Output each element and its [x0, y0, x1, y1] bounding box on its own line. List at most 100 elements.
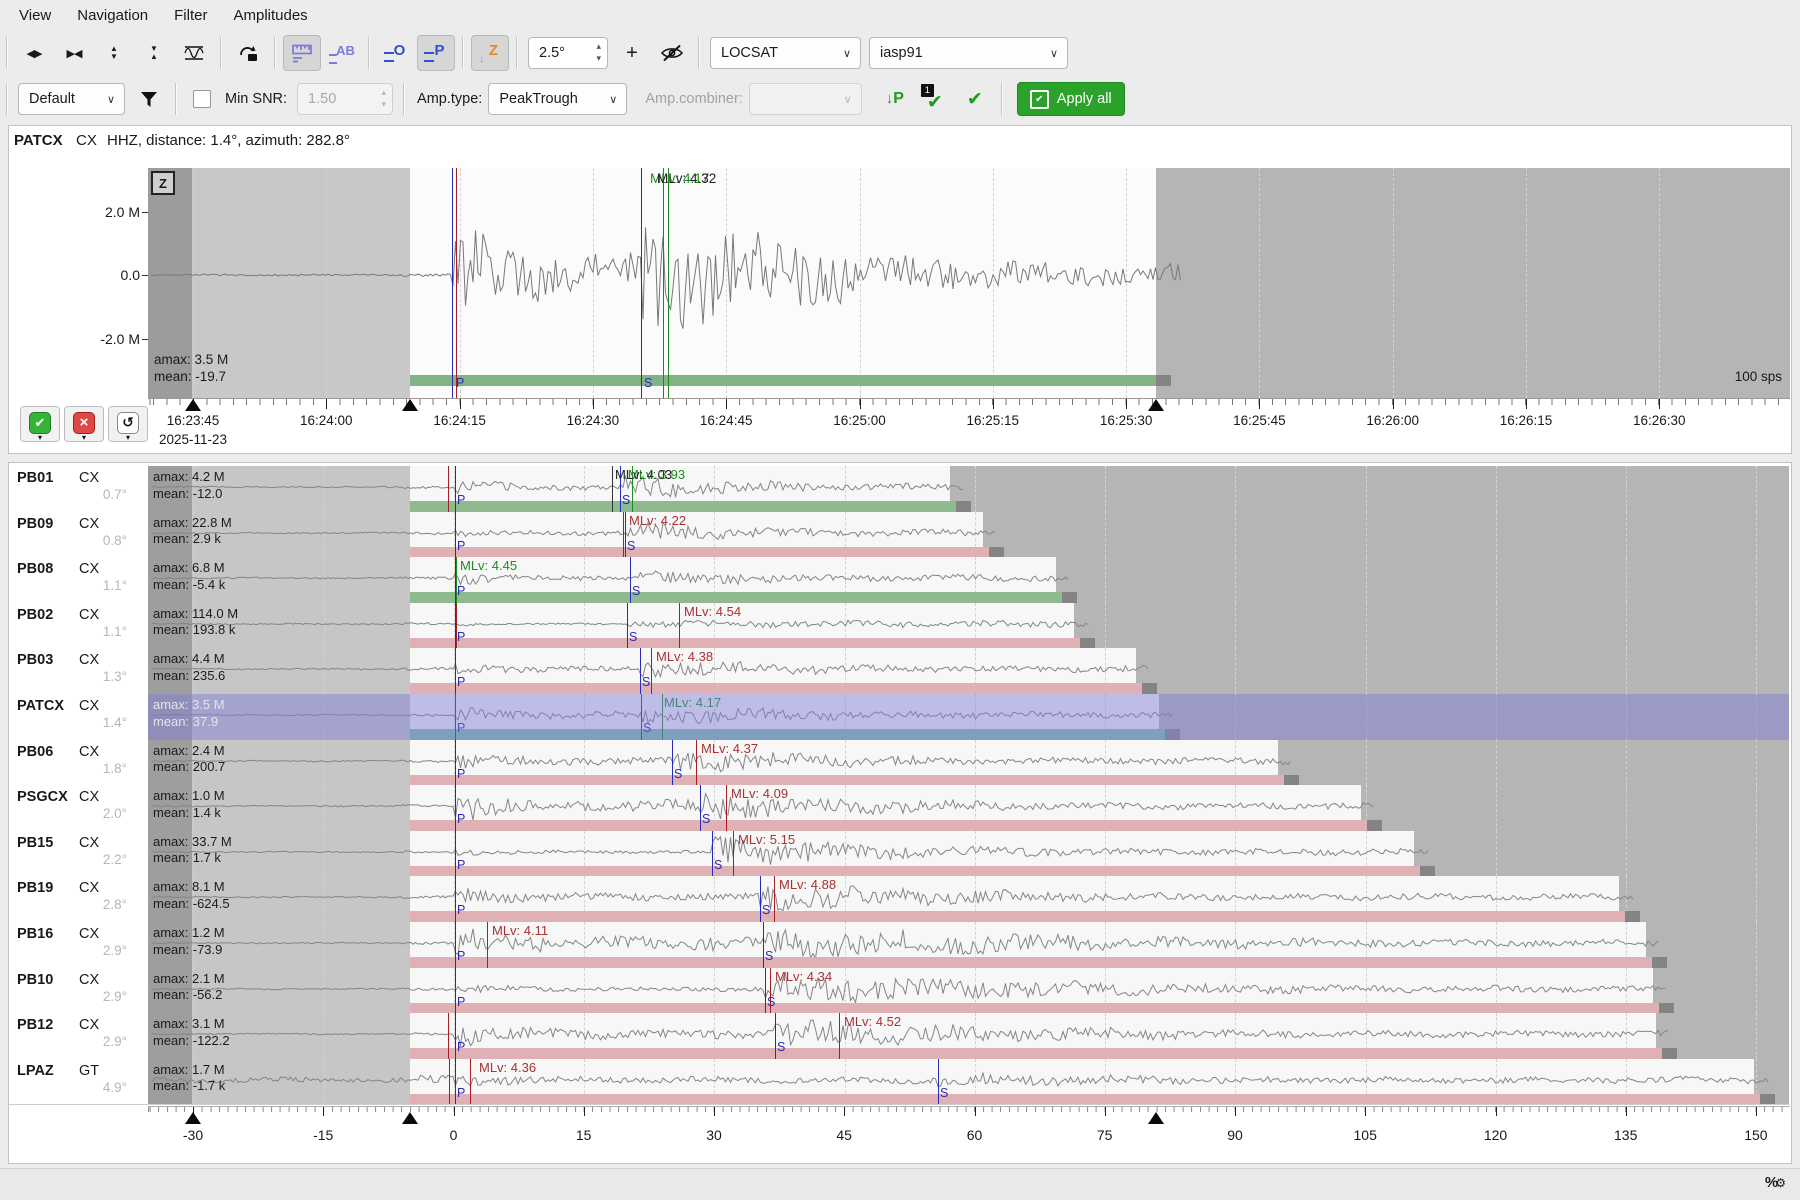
station-row-PB08[interactable]: PB08CX1.1°PSMLv: 4.45amax: 6.8 Mmean: -5… — [9, 557, 1790, 604]
p-marker[interactable] — [455, 466, 456, 512]
amplitude-marker-red[interactable] — [696, 740, 697, 786]
amp-type-select[interactable]: PeakTrough ∨ — [488, 83, 627, 115]
s-marker[interactable] — [700, 785, 701, 831]
amplitude-marker-red[interactable] — [774, 876, 775, 922]
pick-marker-black[interactable] — [612, 466, 613, 512]
s-marker[interactable] — [775, 1013, 776, 1059]
s-marker[interactable] — [630, 557, 631, 603]
amplitude-marker-red[interactable] — [448, 466, 449, 512]
amplitude-marker-red[interactable] — [623, 512, 624, 558]
s-marker[interactable] — [765, 968, 766, 1014]
distance-spinbox[interactable]: 2.5° ▴▾ — [528, 37, 608, 69]
min-snr-spinbox[interactable]: 1.50 ▴▾ — [297, 83, 393, 115]
reject-amplitude-button[interactable]: × ▾ — [64, 406, 104, 442]
amp-combiner-select[interactable]: ∨ — [749, 83, 862, 115]
amplitude-marker-red[interactable] — [449, 1059, 450, 1105]
normalize-amplitudes-button[interactable] — [175, 35, 213, 71]
station-row-PB09[interactable]: PB09CX0.8°PSMLv: 4.22amax: 22.8 Mmean: 2… — [9, 512, 1790, 559]
vertical-component-button[interactable]: Z ↓ — [471, 35, 509, 71]
trace-area[interactable]: PSMLv: 4.36amax: 1.7 Mmean: -1.7 k — [148, 1059, 1789, 1105]
pick-amplitudes-button[interactable]: ↓P — [876, 81, 914, 117]
s-marker[interactable] — [712, 831, 713, 877]
trace-area[interactable]: PSMLv: 4.37amax: 2.4 Mmean: 200.7 — [148, 740, 1789, 786]
accept-amplitude-button[interactable]: ✔ ▾ — [20, 406, 60, 442]
station-row-PB06[interactable]: PB06CX1.8°PSMLv: 4.37amax: 2.4 Mmean: 20… — [9, 740, 1790, 787]
p-marker[interactable] — [455, 831, 456, 877]
station-row-PB12[interactable]: PB12CX2.9°PSMLv: 4.52amax: 3.1 Mmean: -1… — [9, 1013, 1790, 1060]
p-marker[interactable] — [455, 1059, 456, 1105]
reset-amplitude-button[interactable]: ↺ ▾ — [108, 406, 148, 442]
show-picks-button[interactable]: P — [417, 35, 455, 71]
time-window-handle[interactable] — [1148, 399, 1164, 411]
amplitude-marker-green[interactable] — [663, 168, 664, 398]
horizontal-expand-button[interactable]: ◀▶ — [15, 35, 53, 71]
locator-select[interactable]: LOCSAT ∨ — [710, 37, 861, 69]
amplitude-marker-red[interactable] — [487, 922, 488, 968]
p-marker[interactable] — [455, 648, 456, 694]
vertical-expand-button[interactable]: ▲▼ — [95, 35, 133, 71]
station-row-PB15[interactable]: PB15CX2.2°PSMLv: 5.15amax: 33.7 Mmean: 1… — [9, 831, 1790, 878]
time-window-handle[interactable] — [185, 1112, 201, 1124]
filter-profile-select[interactable]: Default ∨ — [18, 83, 125, 115]
vertical-compress-button[interactable]: ▼▲ — [135, 35, 173, 71]
station-row-LPAZ[interactable]: LPAZGT4.9°PSMLv: 4.36amax: 1.7 Mmean: -1… — [9, 1059, 1790, 1106]
filter-button[interactable] — [130, 81, 168, 117]
station-row-PATCX[interactable]: PATCXCX1.4°PSMLv: 4.32MLv: 4.17amax: 3.5… — [9, 694, 1790, 741]
show-amplitude-ruler-button[interactable] — [283, 35, 321, 71]
trace-area[interactable]: PSMLv: 4.11amax: 1.2 Mmean: -73.9 — [148, 922, 1789, 968]
station-row-PSGCX[interactable]: PSGCXCX2.0°PSMLv: 4.09amax: 1.0 Mmean: 1… — [9, 785, 1790, 832]
trace-area[interactable]: PSMLv: 4.38amax: 4.4 Mmean: 235.6 — [148, 648, 1789, 694]
horizontal-fit-button[interactable]: ▶◀ — [55, 35, 93, 71]
scaling-settings-icon[interactable]: %⚙ — [1765, 1174, 1786, 1191]
menu-view[interactable]: View — [6, 3, 64, 28]
p-marker[interactable] — [455, 740, 456, 786]
apply-all-button[interactable]: ✔ Apply all — [1017, 82, 1125, 116]
station-row-PB19[interactable]: PB19CX2.8°PSMLv: 4.88amax: 8.1 Mmean: -6… — [9, 876, 1790, 923]
p-marker[interactable] — [455, 876, 456, 922]
station-row-PB01[interactable]: PB01CX0.7°PSMLv: 3.93MLv: 4.03amax: 4.2 … — [9, 466, 1790, 513]
show-labels-button[interactable]: AB — [323, 35, 361, 71]
trace-area[interactable]: PSMLv: 3.93MLv: 4.03amax: 4.2 Mmean: -12… — [148, 466, 1789, 512]
spin-arrows-icon[interactable]: ▴▾ — [596, 40, 601, 64]
p-marker[interactable] — [455, 922, 456, 968]
p-marker[interactable] — [455, 512, 456, 558]
time-window-handle[interactable] — [185, 399, 201, 411]
toolbar-handle[interactable] — [6, 83, 8, 115]
s-marker[interactable] — [760, 876, 761, 922]
trace-area[interactable]: PSMLv: 5.15amax: 33.7 Mmean: 1.7 k — [148, 831, 1789, 877]
trace-area[interactable]: PSMLv: 4.52amax: 3.1 Mmean: -122.2 — [148, 1013, 1789, 1059]
zoom-lock-button[interactable] — [229, 35, 267, 71]
time-window-handle[interactable] — [1148, 1112, 1164, 1124]
amplitude-marker-red[interactable] — [733, 831, 734, 877]
toolbar-handle[interactable] — [6, 37, 8, 69]
add-station-button[interactable]: + — [613, 35, 651, 71]
s-marker[interactable] — [672, 740, 673, 786]
menu-filter[interactable]: Filter — [161, 3, 220, 28]
s-marker[interactable] — [625, 512, 626, 558]
time-window-handle[interactable] — [402, 399, 418, 411]
trace-area[interactable]: PSMLv: 4.09amax: 1.0 Mmean: 1.4 k — [148, 785, 1789, 831]
s-marker[interactable] — [641, 168, 642, 398]
menu-amplitudes[interactable]: Amplitudes — [220, 3, 320, 28]
trace-area[interactable]: PSMLv: 4.54amax: 114.0 Mmean: 193.8 k — [148, 603, 1789, 649]
amplitude-marker-red[interactable] — [679, 603, 680, 649]
trace-area[interactable]: PSMLv: 4.22amax: 22.8 Mmean: 2.9 k — [148, 512, 1789, 558]
station-row-PB10[interactable]: PB10CX2.9°PSMLv: 4.34amax: 2.1 Mmean: -5… — [9, 968, 1790, 1015]
confirm-button[interactable]: ✔ — [956, 81, 994, 117]
amplitude-marker-green[interactable] — [668, 168, 669, 398]
p-marker[interactable] — [452, 168, 453, 398]
s-marker[interactable] — [938, 1059, 939, 1105]
s-marker[interactable] — [763, 922, 764, 968]
amplitude-marker-red[interactable] — [839, 1013, 840, 1059]
time-window-handle[interactable] — [402, 1112, 418, 1124]
s-marker[interactable] — [640, 648, 641, 694]
trace-area[interactable]: PSMLv: 4.45amax: 6.8 Mmean: -5.4 k — [148, 557, 1789, 603]
s-marker[interactable] — [627, 603, 628, 649]
min-snr-checkbox[interactable] — [193, 90, 211, 108]
active-trace-plot[interactable]: PSMLv: 4.17MLv: 4.32Zamax: 3.5 Mmean: -1… — [148, 168, 1790, 398]
trace-area[interactable]: PSMLv: 4.32MLv: 4.17amax: 3.5 Mmean: 37.… — [148, 694, 1789, 740]
p-marker[interactable] — [455, 968, 456, 1014]
trace-area[interactable]: PSMLv: 4.88amax: 8.1 Mmean: -624.5 — [148, 876, 1789, 922]
p-marker[interactable] — [455, 1013, 456, 1059]
menu-navigation[interactable]: Navigation — [64, 3, 161, 28]
